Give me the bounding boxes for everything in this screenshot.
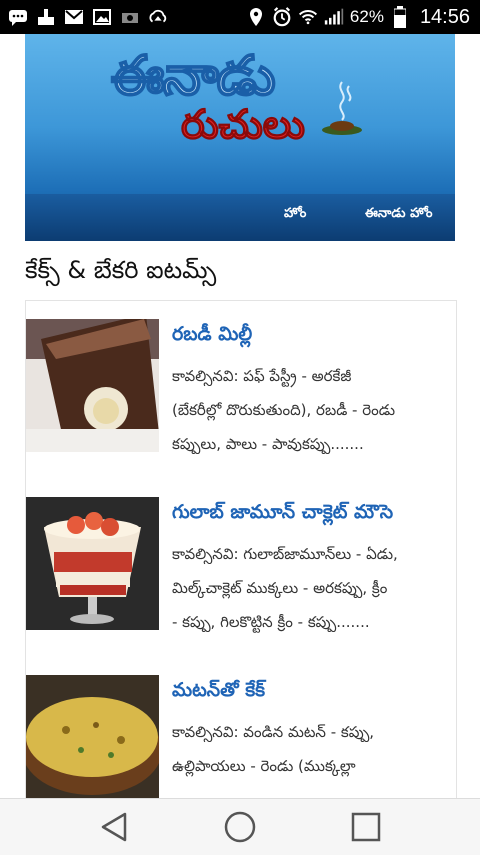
top-nav: హోం ఈనాడు హోం <box>25 194 455 241</box>
gmail-icon <box>64 8 84 26</box>
recipe-title[interactable]: మటన్‌తో కేక్ <box>172 679 265 706</box>
nav-eenadu-home-link[interactable]: ఈనాడు హోం <box>365 206 432 224</box>
description-line: కప్పులు, పాలు - పావుకప్పు....... <box>172 435 364 453</box>
clock: 14:56 <box>419 5 470 28</box>
description-line: (బేకరీల్లో దొరుకుతుంది), రబడీ - రెండు <box>172 401 396 419</box>
recent-apps-icon[interactable] <box>348 809 384 845</box>
location-icon <box>246 8 266 26</box>
site-logo-ruchulu[interactable]: రుచులు <box>181 102 306 158</box>
description-line: కావల్సినవి: గులాబ్‌జామూన్‌లు - ఏడు, <box>172 545 398 563</box>
camera-icon <box>120 8 140 26</box>
battery-percent: 62% <box>349 7 384 26</box>
battery-icon <box>390 6 410 28</box>
description-line: కావల్సినవి: పఫ్ పేస్ట్రీ - అరకేజీ <box>172 367 352 385</box>
description-line: ఉల్లిపాయలు - రెండు (ముక్కల్లా <box>172 757 356 775</box>
cloud-sync-icon <box>148 8 168 26</box>
chat-icon <box>8 8 28 26</box>
signal-icon <box>324 8 344 26</box>
status-bar: 62% 14:56 <box>0 0 480 34</box>
header-banner: ఈనాడు రుచులు హోం ఈనాడు హోం <box>25 34 455 241</box>
download-icon <box>36 8 56 26</box>
wifi-icon <box>298 8 318 26</box>
recipe-thumbnail[interactable] <box>26 497 159 630</box>
description-line: - కప్పు, గిలకొట్టిన క్రీం - కప్పు....... <box>172 613 370 631</box>
recipe-description: కావల్సినవి: గులాబ్‌జామూన్‌లు - ఏడు, మిల్… <box>172 537 452 639</box>
recipe-thumbnail[interactable] <box>26 319 159 452</box>
nav-home-link[interactable]: హోం <box>284 206 306 224</box>
page-title: కేక్స్ & బేకరి ఐటమ్స్ <box>25 256 217 284</box>
recipe-description: కావల్సినవి: పఫ్ పేస్ట్రీ - అరకేజీ (బేకరీ… <box>172 359 452 461</box>
recipe-title[interactable]: రబడీ మిల్లీ <box>172 323 252 350</box>
back-icon[interactable] <box>96 809 132 845</box>
system-navigation-bar <box>0 798 480 855</box>
recipe-description: కావల్సినవి: వండిన మటన్ - కప్పు, ఉల్లిపాయ… <box>172 715 452 783</box>
dish-icon <box>317 72 367 146</box>
image-icon <box>92 8 112 26</box>
recipe-list: రబడీ మిల్లీ కావల్సినవి: పఫ్ పేస్ట్రీ - అ… <box>25 300 457 799</box>
recipe-title[interactable]: గులాబ్ జామూన్ చాక్లెట్ మౌసె <box>172 501 393 528</box>
recipe-thumbnail[interactable] <box>26 675 159 799</box>
alarm-icon <box>272 7 292 27</box>
home-icon[interactable] <box>222 809 258 845</box>
description-line: మిల్క్‌చాక్లెట్ ముక్కలు - అరకప్పు, క్రీం <box>172 579 388 597</box>
description-line: కావల్సినవి: వండిన మటన్ - కప్పు, <box>172 723 375 741</box>
